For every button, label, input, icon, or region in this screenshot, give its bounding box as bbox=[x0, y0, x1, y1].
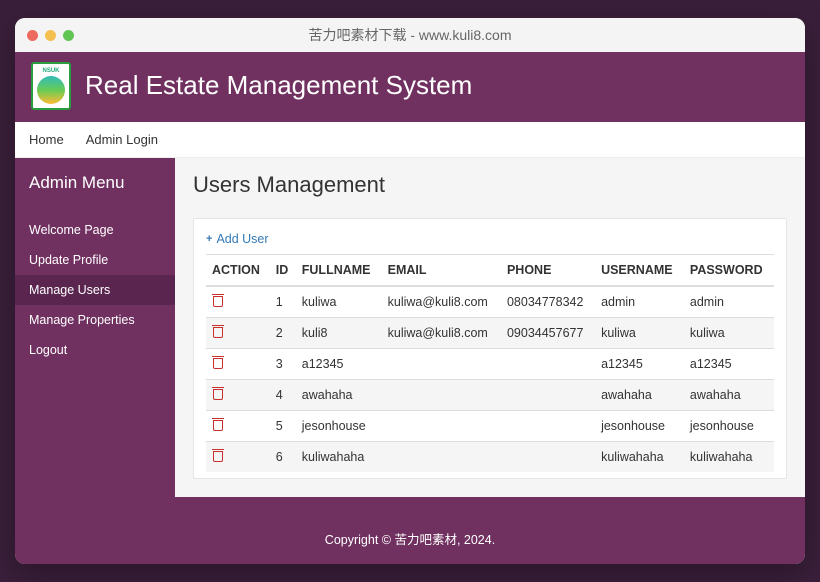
users-panel: + Add User ACTIONIDFULLNAMEEMAILPHONEUSE… bbox=[193, 218, 787, 479]
cell-id: 1 bbox=[270, 286, 296, 318]
cell-username: jesonhouse bbox=[595, 411, 684, 442]
cell-email bbox=[382, 411, 501, 442]
cell-phone bbox=[501, 411, 595, 442]
cell-phone bbox=[501, 442, 595, 473]
header: NSUK Real Estate Management System bbox=[15, 52, 805, 122]
content: Admin Menu Welcome Page Update Profile M… bbox=[15, 158, 805, 497]
cell-phone: 08034778342 bbox=[501, 286, 595, 318]
cell-id: 5 bbox=[270, 411, 296, 442]
cell-action bbox=[206, 318, 270, 349]
col-phone: PHONE bbox=[501, 255, 595, 287]
page-title: Users Management bbox=[193, 172, 787, 198]
sidebar: Admin Menu Welcome Page Update Profile M… bbox=[15, 158, 175, 497]
nav-home[interactable]: Home bbox=[29, 132, 64, 147]
add-user-label: Add User bbox=[216, 232, 268, 246]
table-row: 4awahahaawahahaawahaha bbox=[206, 380, 774, 411]
trash-icon[interactable] bbox=[212, 294, 224, 307]
cell-action bbox=[206, 349, 270, 380]
cell-username: awahaha bbox=[595, 380, 684, 411]
cell-fullname: kuliwahaha bbox=[296, 442, 382, 473]
cell-id: 3 bbox=[270, 349, 296, 380]
cell-phone bbox=[501, 380, 595, 411]
cell-fullname: kuli8 bbox=[296, 318, 382, 349]
cell-action bbox=[206, 380, 270, 411]
cell-username: a12345 bbox=[595, 349, 684, 380]
table-row: 6kuliwahahakuliwahahakuliwahaha bbox=[206, 442, 774, 473]
cell-fullname: kuliwa bbox=[296, 286, 382, 318]
cell-phone: 09034457677 bbox=[501, 318, 595, 349]
logo-badge-icon bbox=[37, 76, 65, 104]
navbar: Home Admin Login bbox=[15, 122, 805, 158]
cell-password: kuliwa bbox=[684, 318, 774, 349]
logo-text: NSUK bbox=[42, 68, 59, 74]
cell-password: admin bbox=[684, 286, 774, 318]
cell-action bbox=[206, 442, 270, 473]
col-id: ID bbox=[270, 255, 296, 287]
cell-fullname: awahaha bbox=[296, 380, 382, 411]
window-title: 苦力吧素材下载 - www.kuli8.com bbox=[15, 25, 805, 45]
titlebar: 苦力吧素材下载 - www.kuli8.com bbox=[15, 18, 805, 52]
cell-password: awahaha bbox=[684, 380, 774, 411]
cell-email bbox=[382, 349, 501, 380]
table-row: 1kuliwakuliwa@kuli8.com08034778342admina… bbox=[206, 286, 774, 318]
sidebar-item-welcome[interactable]: Welcome Page bbox=[15, 215, 175, 245]
sidebar-item-manage-users[interactable]: Manage Users bbox=[15, 275, 175, 305]
app-window: 苦力吧素材下载 - www.kuli8.com NSUK Real Estate… bbox=[15, 18, 805, 564]
table-row: 3a12345a12345a12345 bbox=[206, 349, 774, 380]
trash-icon[interactable] bbox=[212, 418, 224, 431]
logo: NSUK bbox=[31, 62, 71, 110]
users-table: ACTIONIDFULLNAMEEMAILPHONEUSERNAMEPASSWO… bbox=[206, 254, 774, 472]
col-action: ACTION bbox=[206, 255, 270, 287]
table-row: 5jesonhousejesonhousejesonhouse bbox=[206, 411, 774, 442]
cell-id: 4 bbox=[270, 380, 296, 411]
trash-icon[interactable] bbox=[212, 325, 224, 338]
cell-username: kuliwahaha bbox=[595, 442, 684, 473]
cell-fullname: a12345 bbox=[296, 349, 382, 380]
nav-admin-login[interactable]: Admin Login bbox=[86, 132, 158, 147]
cell-phone bbox=[501, 349, 595, 380]
cell-password: jesonhouse bbox=[684, 411, 774, 442]
cell-email bbox=[382, 380, 501, 411]
col-email: EMAIL bbox=[382, 255, 501, 287]
footer-gap bbox=[15, 497, 805, 513]
app-title: Real Estate Management System bbox=[85, 71, 472, 101]
cell-email: kuliwa@kuli8.com bbox=[382, 318, 501, 349]
col-password: PASSWORD bbox=[684, 255, 774, 287]
trash-icon[interactable] bbox=[212, 449, 224, 462]
sidebar-item-manage-properties[interactable]: Manage Properties bbox=[15, 305, 175, 335]
sidebar-title: Admin Menu bbox=[15, 158, 175, 215]
cell-password: kuliwahaha bbox=[684, 442, 774, 473]
cell-fullname: jesonhouse bbox=[296, 411, 382, 442]
cell-id: 2 bbox=[270, 318, 296, 349]
col-fullname: FULLNAME bbox=[296, 255, 382, 287]
cell-username: kuliwa bbox=[595, 318, 684, 349]
table-row: 2kuli8kuliwa@kuli8.com09034457677kuliwak… bbox=[206, 318, 774, 349]
trash-icon[interactable] bbox=[212, 387, 224, 400]
cell-password: a12345 bbox=[684, 349, 774, 380]
cell-action bbox=[206, 411, 270, 442]
main-panel: Users Management + Add User ACTIONIDFULL… bbox=[175, 158, 805, 497]
footer: Copyright © 苦力吧素材, 2024. bbox=[15, 513, 805, 564]
add-user-link[interactable]: + Add User bbox=[206, 232, 269, 246]
col-username: USERNAME bbox=[595, 255, 684, 287]
sidebar-item-update-profile[interactable]: Update Profile bbox=[15, 245, 175, 275]
cell-action bbox=[206, 286, 270, 318]
cell-email bbox=[382, 442, 501, 473]
cell-email: kuliwa@kuli8.com bbox=[382, 286, 501, 318]
trash-icon[interactable] bbox=[212, 356, 224, 369]
sidebar-item-logout[interactable]: Logout bbox=[15, 335, 175, 365]
plus-icon: + bbox=[206, 233, 212, 245]
cell-username: admin bbox=[595, 286, 684, 318]
cell-id: 6 bbox=[270, 442, 296, 473]
